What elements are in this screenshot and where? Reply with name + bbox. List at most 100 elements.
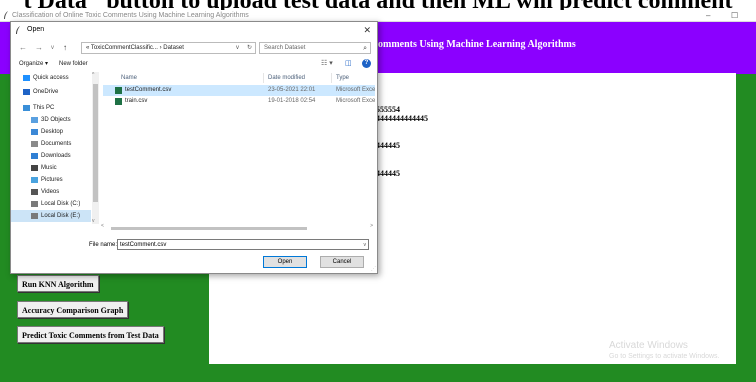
nav-item[interactable]: Videos [11, 186, 91, 198]
nav-item[interactable]: 3D Objects [11, 114, 91, 126]
feather-icon [16, 26, 20, 34]
close-button[interactable]: ✕ [363, 22, 371, 38]
file-name-row: File name: testComment.csv v [11, 238, 377, 252]
resize-grip-icon[interactable]: ⋰ [371, 266, 376, 272]
file-name-dropdown-icon[interactable]: v [364, 240, 367, 250]
maximize-button[interactable]: ☐ [731, 10, 738, 21]
column-header-name[interactable]: Name [121, 72, 137, 84]
output-line: 44444444444445 [372, 114, 428, 123]
nav-item[interactable]: Local Disk (C:) [11, 198, 91, 210]
file-name-value: testComment.csv [120, 242, 167, 248]
nav-item[interactable]: Local Disk (E:) [11, 210, 91, 222]
nav-item[interactable]: Documents [11, 138, 91, 150]
nav-item-label: Pictures [41, 177, 63, 183]
excel-file-icon [115, 98, 122, 105]
column-separator [263, 73, 264, 83]
drive-icon [31, 201, 38, 207]
command-bar: Organize ▾ New folder ☷ ▾ ◫ ? [11, 57, 377, 71]
excel-file-icon [115, 87, 122, 94]
nav-item[interactable]: Music [11, 162, 91, 174]
up-icon[interactable]: ↑ [63, 42, 67, 54]
header-title: omments Using Machine Learning Algorithm… [378, 39, 576, 50]
dialog-titlebar: Open ✕ [11, 22, 377, 38]
recent-dropdown-icon[interactable]: v [51, 42, 54, 54]
nav-item[interactable]: Downloads [11, 150, 91, 162]
address-dropdown-icon[interactable]: v [236, 43, 239, 54]
nav-item[interactable]: Pictures [11, 174, 91, 186]
predict-toxic-button[interactable]: Predict Toxic Comments from Test Data [17, 326, 164, 343]
video-icon [31, 189, 38, 195]
nav-item[interactable]: Quick access [11, 72, 91, 84]
scroll-thumb[interactable] [111, 227, 307, 230]
cube-icon [31, 117, 38, 123]
new-folder-button[interactable]: New folder [59, 57, 88, 71]
column-header-date[interactable]: Date modified [268, 72, 305, 84]
nav-item-label: Music [41, 165, 57, 171]
dialog-title: Open [27, 26, 45, 33]
nav-item-label: Videos [41, 189, 60, 195]
star-icon [23, 75, 30, 81]
drive-icon [31, 213, 38, 219]
activate-windows-subtitle: Go to Settings to activate Windows. [609, 353, 720, 360]
column-header-type[interactable]: Type [336, 72, 349, 84]
nav-item-label: Downloads [41, 153, 71, 159]
file-name-input[interactable]: testComment.csv v [117, 239, 369, 250]
horizontal-scrollbar[interactable]: < > [99, 223, 375, 232]
navigation-pane: Quick access OneDrive This PC 3D Objects Des… [11, 72, 99, 224]
nav-item-label: Local Disk (C:) [41, 201, 81, 207]
search-icon: ⌕ [363, 45, 367, 52]
nav-item-label: 3D Objects [41, 117, 71, 123]
computer-icon [23, 105, 30, 111]
download-icon [31, 153, 38, 159]
cancel-button[interactable]: Cancel [320, 256, 364, 268]
file-list: Name ^ Date modified Type testComment.cs… [103, 72, 375, 224]
nav-item-label: Desktop [41, 129, 64, 135]
navigation-bar: ← → v ↑ « ToxicCommentClassific... › Dat… [11, 39, 377, 57]
forward-icon[interactable]: → [35, 42, 43, 54]
file-row-testcomment[interactable]: testComment.csv 23-05-2021 22:01 Microso… [103, 85, 375, 96]
nav-item-label: This PC [33, 105, 55, 111]
open-file-dialog: Open ✕ ← → v ↑ « ToxicCommentClassific..… [10, 21, 378, 274]
app-title: Classification of Online Toxic Comments … [12, 12, 249, 19]
music-icon [31, 165, 38, 171]
nav-item-label: Documents [41, 141, 72, 147]
address-path: « ToxicCommentClassific... › Dataset [86, 45, 184, 51]
scroll-right-icon[interactable]: > [370, 223, 373, 229]
document-icon [31, 141, 38, 147]
search-input[interactable]: Search Dataset ⌕ [259, 42, 371, 54]
back-icon[interactable]: ← [19, 42, 27, 54]
run-knn-button[interactable]: Run KNN Algorithm [17, 275, 99, 292]
scroll-down-icon[interactable]: v [92, 218, 95, 224]
column-separator [331, 73, 332, 83]
organize-menu[interactable]: Organize ▾ [19, 57, 48, 71]
file-type: Microsoft Excel C [336, 98, 375, 104]
view-options-icon[interactable]: ☷ ▾ [321, 58, 333, 70]
search-placeholder: Search Dataset [264, 45, 306, 51]
scroll-up-icon[interactable]: ^ [92, 72, 94, 78]
file-name: train.csv [125, 98, 148, 104]
accuracy-graph-button[interactable]: Accuracy Comparison Graph [17, 301, 129, 318]
open-button[interactable]: Open [263, 256, 307, 268]
refresh-icon[interactable]: ↻ [247, 43, 252, 54]
scroll-left-icon[interactable]: < [101, 223, 104, 229]
nav-item-label: OneDrive [33, 89, 59, 95]
minimize-button[interactable]: – [706, 10, 710, 21]
feather-icon [4, 11, 8, 19]
activate-windows-title: Activate Windows [609, 340, 688, 351]
nav-item[interactable]: Desktop [11, 126, 91, 138]
help-icon[interactable]: ? [362, 59, 371, 68]
file-name-label: File name: [89, 242, 118, 248]
nav-item-label: Local Disk (E:) [41, 213, 81, 219]
file-row-train[interactable]: train.csv 19-01-2018 02:54 Microsoft Exc… [103, 96, 375, 107]
scroll-thumb[interactable] [93, 84, 98, 202]
nav-item[interactable]: OneDrive [11, 86, 91, 98]
sort-ascending-icon: ^ [183, 72, 186, 76]
file-name: testComment.csv [125, 87, 172, 93]
desktop-icon [31, 129, 38, 135]
nav-item[interactable]: This PC [11, 102, 91, 114]
picture-icon [31, 177, 38, 183]
nav-scrollbar[interactable]: ^ v [92, 72, 99, 224]
address-bar[interactable]: « ToxicCommentClassific... › Dataset v ↻ [81, 42, 256, 54]
preview-pane-icon[interactable]: ◫ [345, 58, 352, 70]
cloud-icon [23, 89, 30, 95]
